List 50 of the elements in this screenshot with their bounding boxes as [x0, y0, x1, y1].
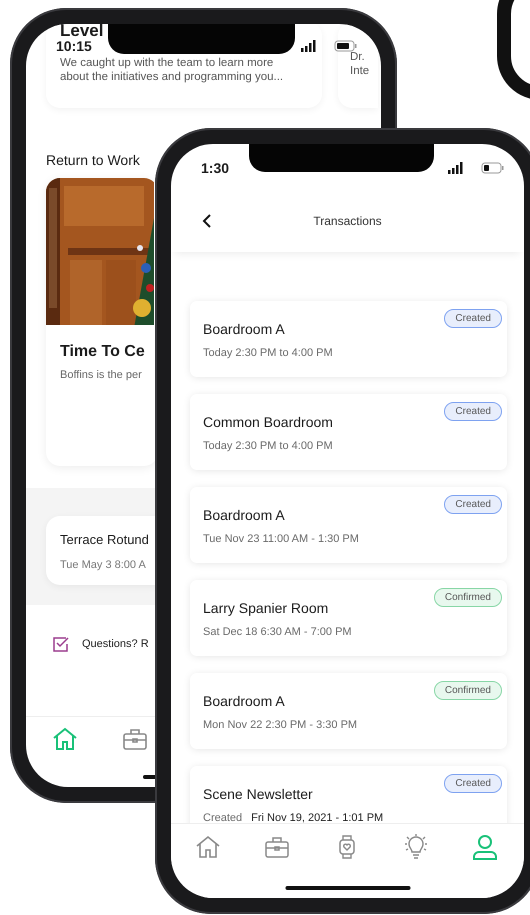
article-card[interactable]: Dr. Inte [338, 24, 378, 108]
transaction-time: Today 2:30 PM to 4:00 PM [203, 347, 333, 359]
article-summary: We caught up with the team to learn more about the initiatives and programming you... [60, 56, 284, 84]
status-time: 1:30 [201, 160, 230, 176]
transaction-time: Today 2:30 PM to 4:00 PM [203, 440, 333, 452]
home-icon[interactable] [195, 834, 221, 860]
transaction-card[interactable]: Created Boardroom A Today 2:30 PM to 4:00 PM [190, 301, 507, 377]
status-badge: Created [444, 495, 502, 514]
transaction-title: Boardroom A [203, 507, 285, 523]
transaction-time: Sat Dec 18 6:30 AM - 7:00 PM [203, 626, 352, 638]
status-icons [301, 40, 357, 52]
article-summary: Inte [350, 64, 370, 78]
status-time: 10:15 [56, 38, 92, 54]
profile-icon[interactable] [472, 834, 498, 860]
bulb-icon[interactable] [402, 834, 429, 860]
screen-title: Transactions [313, 214, 382, 228]
event-time: Tue May 3 8:00 A [60, 559, 146, 571]
status-badge: Confirmed [434, 681, 502, 700]
checkbox-icon [52, 635, 70, 653]
transaction-card[interactable]: Created Scene Newsletter Created Fri Nov 19, 2021 - 1:01 PM [190, 766, 507, 823]
status-icons [448, 162, 504, 174]
transaction-title: Scene Newsletter [203, 786, 313, 802]
transaction-time: Tue Nov 23 11:00 AM - 1:30 PM [203, 533, 359, 545]
home-icon[interactable] [52, 727, 78, 751]
article-title: Time To Ce [60, 343, 145, 361]
transaction-card[interactable]: Confirmed Boardroom A Mon Nov 22 2:30 PM - 3:30 PM [190, 673, 507, 749]
status-badge: Created [444, 774, 502, 793]
event-title: Terrace Rotund [60, 532, 149, 547]
transaction-title: Boardroom A [203, 693, 285, 709]
help-link[interactable]: Questions? R [82, 638, 149, 650]
transaction-card[interactable]: Created Common Boardroom Today 2:30 PM to 4:00 PM [190, 394, 507, 470]
article-summary: Dr. [350, 50, 366, 64]
article-card[interactable]: Time To Ce Boffins is the per [46, 178, 158, 466]
transaction-title: Larry Spanier Room [203, 600, 328, 616]
event-card[interactable]: Terrace Rotund Tue May 3 8:00 A [46, 516, 158, 585]
transaction-card[interactable]: Confirmed Larry Spanier Room Sat Dec 18 6:30 AM - 7:00 PM [190, 580, 507, 656]
transaction-title: Common Boardroom [203, 414, 333, 430]
article-title: Level [60, 24, 104, 40]
section-title: Return to Work [46, 152, 141, 168]
transaction-time: Fri Nov 19, 2021 - 1:01 PM [251, 812, 384, 823]
status-badge: Created [444, 309, 502, 328]
time-label: Created [203, 812, 242, 823]
transaction-time: Mon Nov 22 2:30 PM - 3:30 PM [203, 719, 358, 731]
transaction-card[interactable]: Created Boardroom A Tue Nov 23 11:00 AM - 1:30 PM [190, 487, 507, 563]
transaction-title: Boardroom A [203, 321, 285, 337]
back-icon[interactable] [201, 213, 213, 229]
status-badge: Created [444, 402, 502, 421]
briefcase-icon[interactable] [122, 727, 148, 751]
status-badge: Confirmed [434, 588, 502, 607]
article-summary: Boffins is the per [60, 369, 142, 381]
